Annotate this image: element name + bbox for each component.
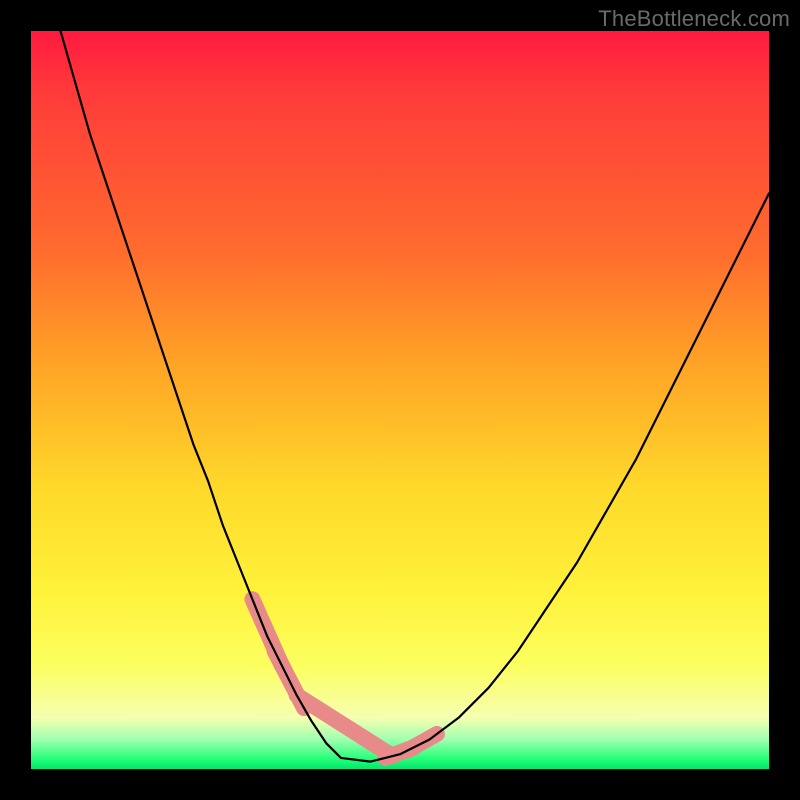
trough-marker (297, 695, 393, 756)
plot-area (31, 31, 769, 769)
chart-frame: TheBottleneck.com (0, 0, 800, 800)
chart-overlay-svg (31, 31, 769, 769)
watermark-text: TheBottleneck.com (598, 6, 790, 32)
trough-markers (252, 599, 437, 758)
bottleneck-curve (61, 31, 769, 762)
